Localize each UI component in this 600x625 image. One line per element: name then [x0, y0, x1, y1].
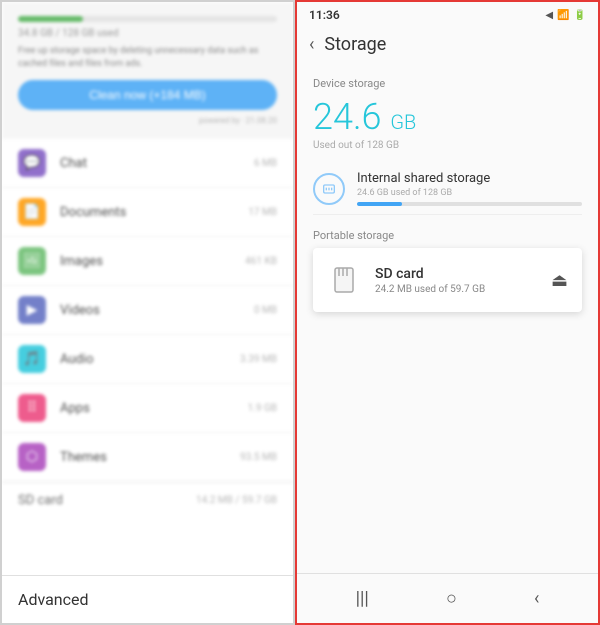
- storage-bar-container: [18, 16, 277, 22]
- videos-icon: ▶: [18, 296, 46, 324]
- storage-label: 34.8 GB / 128 GB used: [18, 28, 277, 39]
- back-nav-button[interactable]: ‹: [522, 584, 551, 613]
- app-name: Videos: [60, 303, 254, 318]
- sd-card-size: 14.2 MB / 59.7 GB: [196, 495, 277, 506]
- sd-card-icon: [327, 262, 363, 298]
- app-list: 💬 Chat 6 MB 📄 Documents 17 MB 🖼 Images 4…: [2, 139, 293, 482]
- images-icon: 🖼: [18, 247, 46, 275]
- sd-card-popup[interactable]: SD card 24.2 MB used of 59.7 GB ⏏: [313, 248, 582, 312]
- internal-storage-row[interactable]: Internal shared storage 24.6 GB used of …: [313, 163, 582, 215]
- storage-bar-fill: [18, 16, 83, 22]
- storage-bar-bg: [18, 16, 277, 22]
- left-top-section: 34.8 GB / 128 GB used Free up storage sp…: [2, 2, 293, 139]
- advanced-footer[interactable]: Advanced: [2, 575, 293, 623]
- page-title: Storage: [324, 34, 386, 55]
- list-item[interactable]: 🖼 Images 461 KB: [2, 237, 293, 286]
- internal-storage-info: Internal shared storage 24.6 GB used of …: [357, 171, 582, 206]
- app-size: 0 MB: [254, 305, 277, 316]
- right-panel: 11:36 ◀ 📶 🔋 ‹ Storage Device storage 24.…: [295, 0, 600, 625]
- home-button[interactable]: ○: [434, 584, 469, 613]
- battery-icon: 🔋: [574, 10, 586, 21]
- internal-progress-bar: [357, 202, 582, 206]
- sd-card-info: SD card 24.2 MB used of 59.7 GB: [375, 266, 551, 295]
- back-button[interactable]: ‹: [309, 34, 314, 55]
- apps-icon: ⠿: [18, 394, 46, 422]
- app-name: Images: [60, 254, 245, 269]
- app-size: 93.5 MB: [240, 452, 277, 463]
- themes-icon: ⬡: [18, 443, 46, 471]
- status-time: 11:36: [309, 8, 340, 22]
- status-icons: ◀ 📶 🔋: [545, 10, 586, 21]
- recents-button[interactable]: |||: [344, 584, 381, 613]
- portable-storage-label: Portable storage: [313, 229, 582, 242]
- sd-card-name: SD card: [375, 266, 551, 282]
- app-name: Audio: [60, 352, 240, 367]
- internal-storage-icon: [313, 173, 345, 205]
- free-up-text: Free up storage space by deleting unnece…: [18, 45, 277, 70]
- app-size: 1.9 GB: [248, 403, 277, 414]
- list-item[interactable]: 🎵 Audio 3.39 MB: [2, 335, 293, 384]
- advanced-label: Advanced: [18, 590, 89, 609]
- nav-bar: ‹ Storage: [297, 26, 598, 63]
- storage-gb-unit: GB: [390, 110, 416, 134]
- list-item[interactable]: 📄 Documents 17 MB: [2, 188, 293, 237]
- portable-storage-section: Portable storage SD card 24.2 MB used of…: [313, 229, 582, 312]
- app-name: Themes: [60, 450, 240, 465]
- wifi-icon: ◀: [545, 10, 553, 21]
- signal-icon: 📶: [557, 10, 569, 21]
- right-content: Device storage 24.6 GB Used out of 128 G…: [297, 63, 598, 573]
- list-item[interactable]: 💬 Chat 6 MB: [2, 139, 293, 188]
- app-name: Documents: [60, 205, 248, 220]
- clean-now-button[interactable]: Clean now (+184 MB): [18, 80, 277, 110]
- status-bar: 11:36 ◀ 📶 🔋: [297, 2, 598, 26]
- app-size: 461 KB: [245, 256, 277, 267]
- internal-storage-name: Internal shared storage: [357, 171, 582, 186]
- chat-icon: 💬: [18, 149, 46, 177]
- app-name: Apps: [60, 401, 248, 416]
- device-storage-label: Device storage: [313, 77, 582, 90]
- storage-gb-number: 24.6: [313, 96, 382, 138]
- powered-text: powered by · 21.08.20: [18, 116, 277, 125]
- list-item[interactable]: ⬡ Themes 93.5 MB: [2, 433, 293, 482]
- used-out-of: Used out of 128 GB: [313, 140, 582, 151]
- internal-progress-fill: [357, 202, 402, 206]
- internal-storage-sub: 24.6 GB used of 128 GB: [357, 188, 582, 198]
- list-item[interactable]: ▶ Videos 0 MB: [2, 286, 293, 335]
- bottom-nav: ||| ○ ‹: [297, 573, 598, 623]
- sd-card-sub: 24.2 MB used of 59.7 GB: [375, 284, 551, 295]
- left-panel: 34.8 GB / 128 GB used Free up storage sp…: [0, 0, 295, 625]
- app-size: 17 MB: [248, 207, 277, 218]
- app-size: 3.39 MB: [240, 354, 277, 365]
- sd-card-row[interactable]: SD card 14.2 MB / 59.7 GB: [2, 482, 293, 518]
- audio-icon: 🎵: [18, 345, 46, 373]
- sd-eject-button[interactable]: ⏏: [551, 270, 568, 291]
- documents-icon: 📄: [18, 198, 46, 226]
- app-name: Chat: [60, 156, 254, 171]
- app-size: 6 MB: [254, 158, 277, 169]
- left-panel-content: 34.8 GB / 128 GB used Free up storage sp…: [2, 2, 293, 518]
- list-item[interactable]: ⠿ Apps 1.9 GB: [2, 384, 293, 433]
- sd-card-label: SD card: [18, 493, 196, 508]
- storage-gb-value: 24.6 GB: [313, 96, 582, 138]
